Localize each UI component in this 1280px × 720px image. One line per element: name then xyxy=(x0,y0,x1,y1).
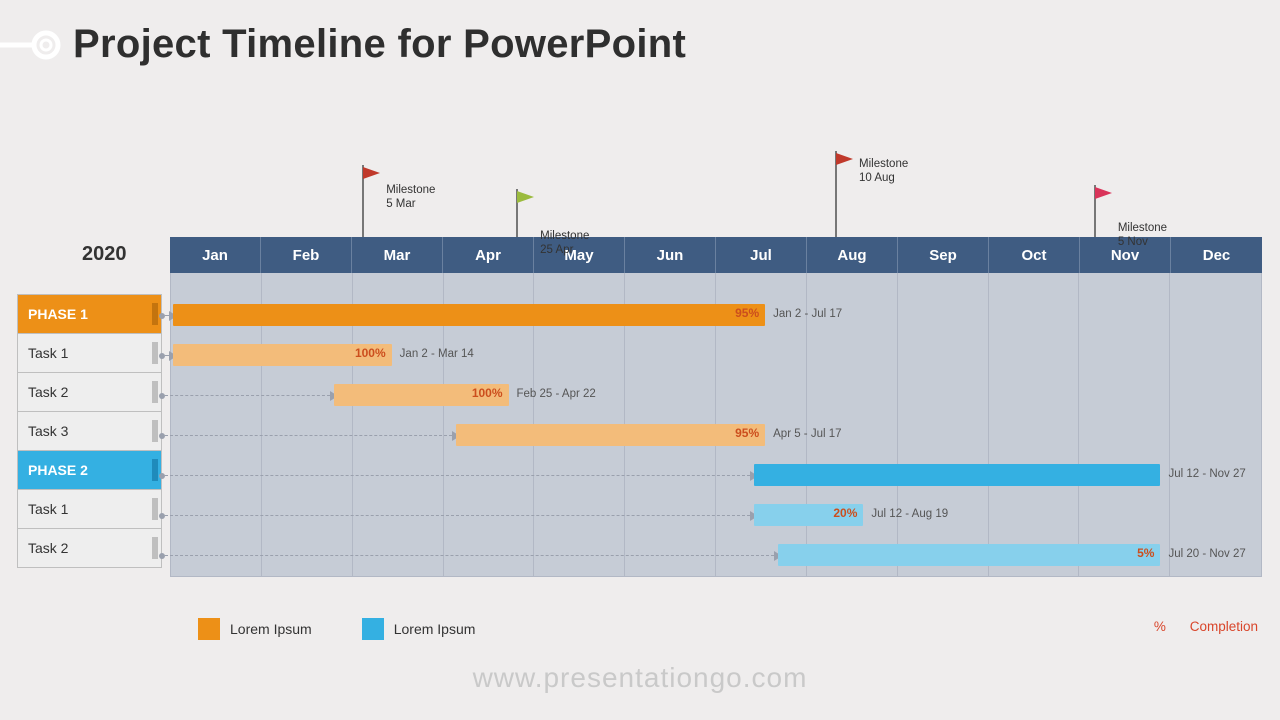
task-label: Task 1 xyxy=(17,489,162,529)
milestone-label: Milestone25 Apr xyxy=(540,229,589,258)
milestone-label: Milestone5 Mar xyxy=(386,183,435,212)
ring-icon xyxy=(0,25,63,65)
completion-label: Completion xyxy=(1190,619,1258,634)
month-col: Apr xyxy=(443,237,534,273)
row-leader-line xyxy=(165,515,751,516)
legend-item: Lorem Ipsum xyxy=(362,618,476,640)
completion-legend: % Completion xyxy=(1154,619,1258,634)
month-col: Jan xyxy=(170,237,261,273)
bar-dates: Feb 25 - Apr 22 xyxy=(517,388,596,400)
flag-icon xyxy=(514,189,538,237)
completion-pct-symbol: % xyxy=(1154,619,1166,634)
gantt-bar: 100% xyxy=(173,344,391,366)
bar-pct: 20% xyxy=(833,506,857,520)
legend-item: Lorem Ipsum xyxy=(198,618,312,640)
flag-icon xyxy=(360,165,384,237)
row-leader-line xyxy=(165,315,170,316)
phase-label: PHASE 2 xyxy=(17,450,162,490)
month-col: Feb xyxy=(261,237,352,273)
bar-dates: Jul 12 - Aug 19 xyxy=(871,508,948,520)
bar-pct: 100% xyxy=(472,386,503,400)
year-label: 2020 xyxy=(82,243,127,266)
milestone: Milestone5 Mar xyxy=(360,165,384,237)
bar-dates: Jul 12 - Nov 27 xyxy=(1168,468,1245,480)
bar-pct: 5% xyxy=(1137,546,1154,560)
milestone-label: Milestone5 Nov xyxy=(1118,221,1167,250)
month-col: Sep xyxy=(898,237,989,273)
milestone: Milestone25 Apr xyxy=(514,189,538,237)
gantt-row: 100% Jan 2 - Mar 14 xyxy=(170,335,1262,375)
legend-swatch xyxy=(362,618,384,640)
month-col: Dec xyxy=(1171,237,1262,273)
legend-text: Lorem Ipsum xyxy=(394,621,476,637)
month-header: JanFebMarAprMayJunJulAugSepOctNovDec xyxy=(170,237,1262,273)
slide-title-wrap: Project Timeline for PowerPoint xyxy=(0,22,686,67)
gantt-bar xyxy=(754,464,1160,486)
gantt-bar: 95% xyxy=(456,424,765,446)
phase-label: PHASE 1 xyxy=(17,294,162,334)
task-label: Task 3 xyxy=(17,411,162,451)
milestone-label: Milestone10 Aug xyxy=(859,157,908,186)
bar-pct: 100% xyxy=(355,346,386,360)
flag-icon xyxy=(1092,185,1116,237)
row-leader-line xyxy=(165,555,775,556)
gantt-bar: 100% xyxy=(334,384,509,406)
row-leader-line xyxy=(165,475,751,476)
flag-icon xyxy=(833,151,857,237)
gantt-row: 95% Apr 5 - Jul 17 xyxy=(170,415,1262,455)
gantt-row: 100% Feb 25 - Apr 22 xyxy=(170,375,1262,415)
milestone: Milestone5 Nov xyxy=(1092,185,1116,237)
task-label: Task 2 xyxy=(17,372,162,412)
gantt-row: Jul 12 - Nov 27 xyxy=(170,455,1262,495)
legend-swatch xyxy=(198,618,220,640)
watermark: www.presentationgo.com xyxy=(0,662,1280,694)
gantt-row: 95% Jan 2 - Jul 17 xyxy=(170,295,1262,335)
month-col: Jun xyxy=(625,237,716,273)
bar-pct: 95% xyxy=(735,306,759,320)
bars-area: 95% Jan 2 - Jul 17 100% Jan 2 - Mar 14 100% F… xyxy=(170,273,1262,577)
month-col: Jul xyxy=(716,237,807,273)
page-title: Project Timeline for PowerPoint xyxy=(73,22,686,67)
legend-text: Lorem Ipsum xyxy=(230,621,312,637)
month-col: Oct xyxy=(989,237,1080,273)
row-labels: PHASE 1Task 1Task 2Task 3PHASE 2Task 1Ta… xyxy=(17,295,162,568)
task-label: Task 2 xyxy=(17,528,162,568)
gantt-bar: 95% xyxy=(173,304,765,326)
row-leader-line xyxy=(165,355,170,356)
row-leader-line xyxy=(165,435,453,436)
month-col: Aug xyxy=(807,237,898,273)
legend: Lorem Ipsum Lorem Ipsum xyxy=(198,618,475,640)
bar-dates: Apr 5 - Jul 17 xyxy=(773,428,841,440)
gantt-bar: 20% xyxy=(754,504,863,526)
task-label: Task 1 xyxy=(17,333,162,373)
gantt-row: 5% Jul 20 - Nov 27 xyxy=(170,535,1262,575)
gantt-bar: 5% xyxy=(778,544,1160,566)
gantt-row: 20% Jul 12 - Aug 19 xyxy=(170,495,1262,535)
bar-dates: Jan 2 - Jul 17 xyxy=(773,308,842,320)
month-col: Mar xyxy=(352,237,443,273)
bar-dates: Jan 2 - Mar 14 xyxy=(400,348,474,360)
row-leader-line xyxy=(165,395,330,396)
bar-dates: Jul 20 - Nov 27 xyxy=(1168,548,1245,560)
milestone: Milestone10 Aug xyxy=(833,151,857,237)
milestones-area: Milestone5 Mar Milestone25 Apr Milestone10… xyxy=(170,140,1262,237)
bar-pct: 95% xyxy=(735,426,759,440)
